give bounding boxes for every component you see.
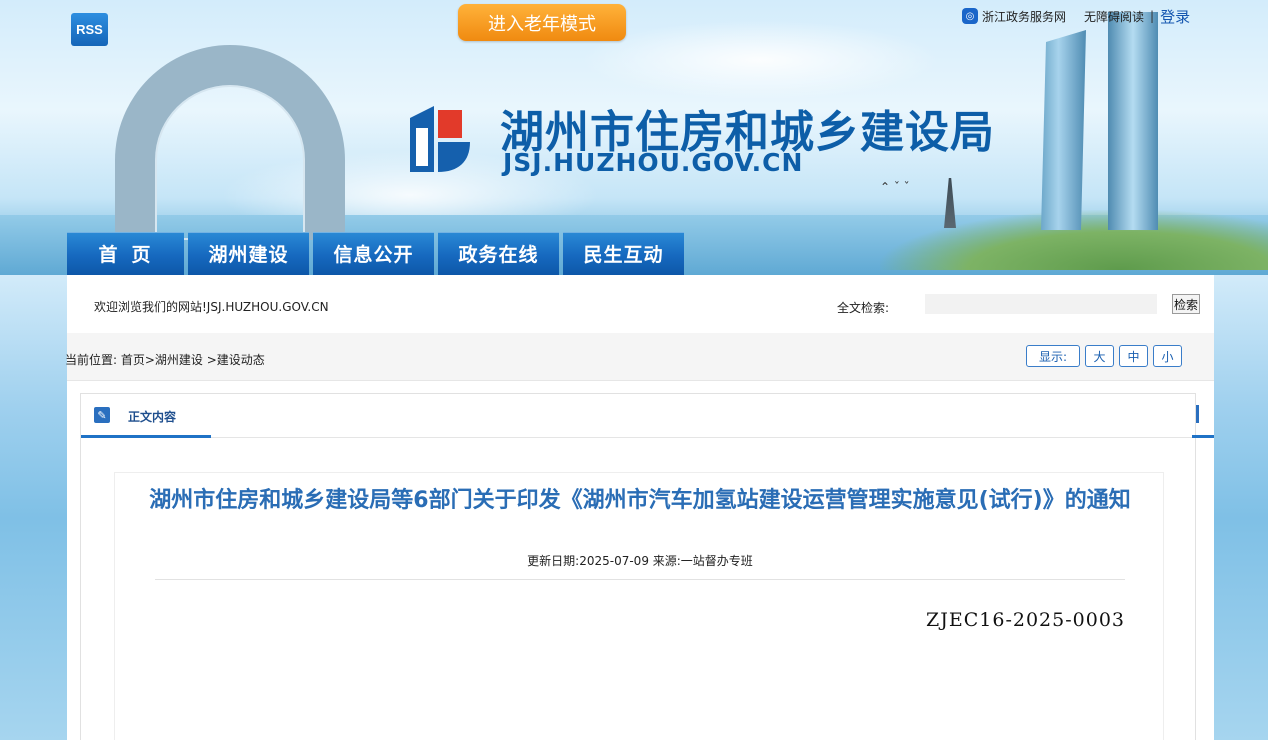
right-rail-underline [1192, 435, 1214, 438]
site-logo-icon [410, 106, 470, 172]
document-number: ZJEC16-2025-0003 [926, 609, 1125, 631]
content-tab-header: ✎ 正文内容 [81, 394, 1197, 438]
document-divider [155, 579, 1125, 580]
search-button[interactable]: 检索 [1172, 294, 1200, 314]
top-links: ◎ 浙江政务服务网 无障碍阅读 | 登录 [962, 5, 1190, 27]
main-nav: 首页 湖州建设 信息公开 政务在线 民生互动 [67, 232, 688, 275]
font-size-small-button[interactable]: 小 [1153, 345, 1182, 367]
birds-decoration: ⌃ ˇ ˇ [880, 180, 910, 194]
nav-item-home[interactable]: 首页 [67, 232, 184, 275]
zhejiang-service-icon: ◎ [962, 8, 978, 24]
tab-content[interactable]: 正文内容 [128, 408, 176, 425]
right-rail-marker [1196, 405, 1199, 423]
font-size-label: 显示: [1026, 345, 1080, 367]
breadcrumb: 当前位置: 首页>湖州建设 >建设动态 [65, 351, 265, 368]
tower-image [1041, 30, 1086, 230]
welcome-bar: 欢迎浏览我们的网站!JSJ.HUZHOU.GOV.CN 全文检索: 检索 [67, 275, 1214, 333]
elder-mode-button[interactable]: 进入老年模式 [458, 4, 626, 41]
welcome-text: 欢迎浏览我们的网站!JSJ.HUZHOU.GOV.CN [94, 300, 329, 314]
rss-button[interactable]: RSS [71, 13, 108, 46]
search-input[interactable] [925, 294, 1157, 314]
font-size-controls: 显示: 大 中 小 [1026, 345, 1187, 367]
document-edit-icon: ✎ [94, 407, 110, 423]
right-rail [1192, 393, 1214, 438]
sheraton-hotel-image [115, 45, 345, 240]
nav-item-public-interaction[interactable]: 民生互动 [563, 232, 684, 275]
search-label: 全文检索: [837, 301, 890, 315]
document-box: 湖州市住房和城乡建设局等6部门关于印发《湖州市汽车加氢站建设运营管理实施意见(试… [114, 472, 1164, 740]
top-links-separator: | [1150, 9, 1155, 23]
login-link[interactable]: 登录 [1160, 6, 1190, 27]
font-size-large-button[interactable]: 大 [1085, 345, 1114, 367]
nav-item-huzhou-construction[interactable]: 湖州建设 [188, 232, 309, 275]
document-meta: 更新日期:2025-07-09 来源:一站督办专班 [527, 554, 753, 568]
breadcrumb-label: 当前位置: [65, 353, 118, 367]
barrier-free-link[interactable]: 无障碍阅读 [1084, 8, 1144, 25]
document-title: 湖州市住房和城乡建设局等6部门关于印发《湖州市汽车加氢站建设运营管理实施意见(试… [149, 488, 1131, 513]
content-box: ✎ 正文内容 湖州市住房和城乡建设局等6部门关于印发《湖州市汽车加氢站建设运营管… [80, 393, 1197, 740]
site-domain: JSJ.HUZHOU.GOV.CN [503, 148, 804, 177]
nav-item-government-online[interactable]: 政务在线 [438, 232, 559, 275]
breadcrumb-path[interactable]: 首页>湖州建设 >建设动态 [121, 353, 265, 367]
nav-item-info-disclosure[interactable]: 信息公开 [313, 232, 434, 275]
tower-image [1108, 12, 1158, 230]
font-size-medium-button[interactable]: 中 [1119, 345, 1148, 367]
main-panel: 欢迎浏览我们的网站!JSJ.HUZHOU.GOV.CN 全文检索: 检索 当前位… [65, 275, 1214, 740]
tab-active-indicator [81, 435, 211, 438]
pagoda-image [944, 178, 956, 228]
zhejiang-service-link[interactable]: 浙江政务服务网 [982, 8, 1066, 25]
breadcrumb-bar: 当前位置: 首页>湖州建设 >建设动态 显示: 大 中 小 [65, 333, 1214, 381]
header-banner: ⌃ ˇ ˇ RSS 进入老年模式 ◎ 浙江政务服务网 无障碍阅读 | 登录 湖州… [0, 0, 1268, 275]
cloud-decoration [580, 20, 940, 100]
